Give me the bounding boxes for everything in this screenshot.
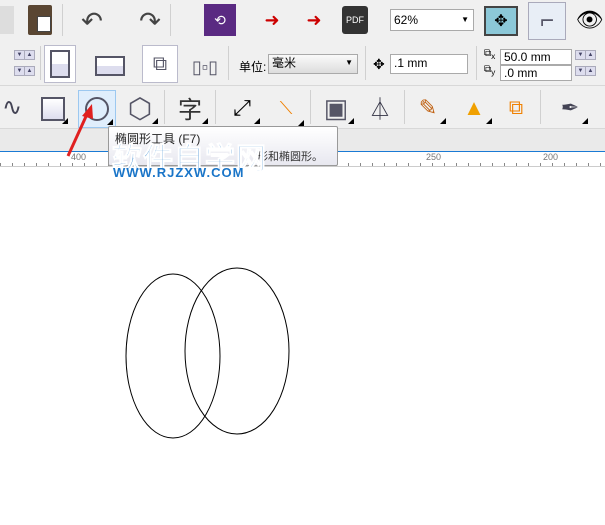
import-icon[interactable]: ➜ [256,5,288,35]
landscape-button[interactable] [94,55,126,77]
portrait-button[interactable] [44,45,76,83]
duplicate-y-icon: ⧉y [484,64,496,77]
paste-icon[interactable] [0,6,14,34]
transparency-tool[interactable]: ⏃ [362,92,398,124]
pdf-icon[interactable]: PDF [342,6,368,34]
full-screen-preview-icon[interactable]: ✥ [484,6,518,36]
eyedropper-tool[interactable]: ✎ [410,92,446,124]
duplicate-x-icon: ⧉x [484,48,496,61]
text-tool[interactable]: 字 [172,90,208,124]
duplicate-distance-x-input[interactable]: 50.0 mm [500,49,572,65]
export-icon[interactable]: ➜ [298,5,330,35]
nudge-icon: ✥ [373,56,385,72]
chevron-down-icon: ▼ [345,58,353,67]
smart-fill-tool[interactable]: ⧉ [498,92,534,124]
all-pages-button[interactable]: ⧉ [142,45,178,83]
current-page-button[interactable]: ▯▫▯ [188,54,222,80]
dimension-tool[interactable]: ⤢ [224,92,260,124]
ruler-label: 250 [426,152,442,162]
corel-connect-icon[interactable]: ⟲ [204,4,236,36]
contour-tool[interactable]: ▣ [318,92,354,124]
units-select[interactable]: 毫米 ▼ [268,54,358,74]
polygon-tool[interactable]: ⬡ [122,92,158,124]
units-label: 单位: [239,60,267,74]
chevron-down-icon: ▼ [461,15,469,24]
zoom-level-select[interactable]: 62% ▼ [390,9,474,31]
nudge-distance-input[interactable]: .1 mm [390,54,468,74]
ellipse-shape[interactable] [125,273,221,439]
undo-icon[interactable]: ↶ [72,6,112,36]
pen-outline-tool[interactable]: ✒ [552,92,588,124]
connector-tool[interactable]: ⟍ [268,90,304,126]
curve-tool-icon[interactable]: ∿ [0,92,24,122]
redo-icon[interactable]: ↷ [130,6,170,36]
drawing-canvas[interactable] [0,167,605,525]
ruler-label: 200 [543,152,559,162]
spin-up[interactable]: ▲ [24,66,35,76]
fill-tool[interactable]: ▲ [456,92,492,124]
spin-up[interactable]: ▲ [585,50,596,60]
spin-up[interactable]: ▲ [585,66,596,76]
view-icon[interactable]: 👁 [574,6,605,34]
rulers-icon[interactable]: ⌐ [528,2,566,40]
ellipse-shape[interactable] [184,267,290,435]
clipboard-icon[interactable] [28,5,52,35]
duplicate-distance-y-input[interactable]: .0 mm [500,65,572,81]
spin-up[interactable]: ▲ [24,50,35,60]
annotation-arrow [66,104,93,157]
